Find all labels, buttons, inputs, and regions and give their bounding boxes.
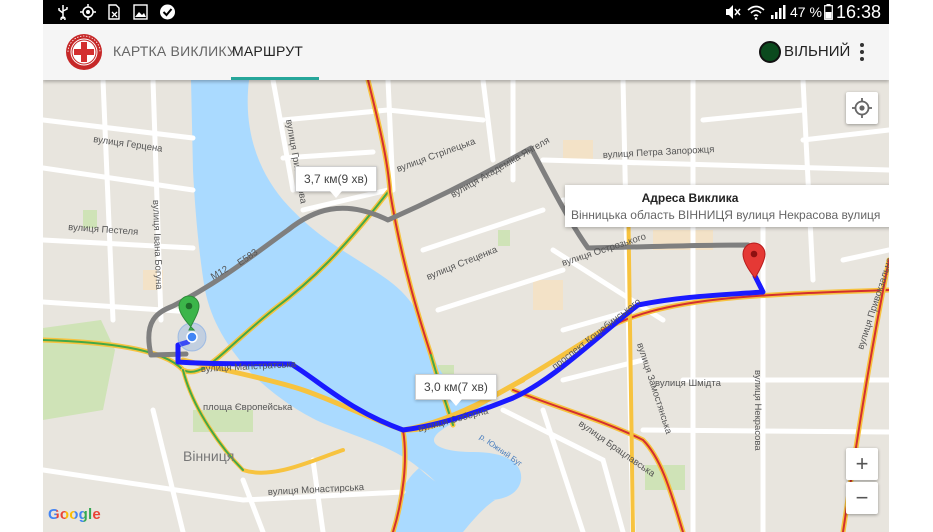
more-vert-icon[interactable] — [858, 41, 866, 63]
status-indicator-icon[interactable] — [759, 41, 781, 63]
tab-route[interactable]: МАРШРУТ — [232, 42, 303, 60]
device-screen: 47 % 16:38 КАРТКА ВИКЛИКУ МАРШРУТ ВІЛЬНИ… — [43, 0, 889, 532]
usb-icon — [58, 5, 68, 20]
info-window-address: Вінницька область ВІННИЦЯ вулиця Некрасо… — [571, 208, 881, 222]
destination-info-window[interactable]: Адреса Виклика Вінницька область ВІННИЦЯ… — [565, 185, 889, 227]
plus-icon: + — [855, 451, 869, 476]
google-logo-text: Google — [48, 506, 101, 523]
zoom-in-button[interactable]: + — [846, 448, 878, 480]
status-label[interactable]: ВІЛЬНИЙ — [784, 43, 850, 61]
google-attribution[interactable]: Google — [48, 506, 101, 523]
gps-icon — [80, 4, 96, 20]
current-location-marker[interactable] — [177, 322, 207, 352]
wifi-icon — [747, 5, 765, 20]
my-location-button[interactable] — [846, 92, 878, 124]
battery-icon — [824, 4, 833, 20]
city-label: Вінниця — [183, 448, 234, 464]
tab-selected-indicator — [231, 77, 319, 80]
route-bubble-main[interactable]: 3,0 км(7 хв) — [415, 374, 497, 406]
minus-icon: − — [855, 485, 869, 510]
check-icon — [160, 4, 175, 20]
route-bubble-text: 3,0 км(7 хв) — [424, 380, 488, 394]
tab-call-card[interactable]: КАРТКА ВИКЛИКУ — [113, 42, 236, 60]
map-view[interactable]: вулиця Герцена вулиця Пестеля вулиця Іва… — [43, 80, 889, 532]
red-cross-logo-icon — [66, 34, 102, 70]
route-bubble-text: 3,7 км(9 хв) — [304, 172, 368, 186]
my-location-icon — [852, 98, 872, 118]
zoom-out-button[interactable]: − — [846, 482, 878, 514]
signal-icon — [771, 5, 786, 19]
battery-percent: 47 % — [790, 4, 822, 20]
status-bar: 47 % 16:38 — [43, 0, 889, 24]
clock: 16:38 — [836, 2, 882, 22]
mute-icon — [726, 5, 741, 19]
street-label: площа Європейська — [203, 402, 293, 413]
info-window-title: Адреса Виклика — [641, 191, 739, 205]
gallery-icon — [133, 4, 148, 20]
sim-missing-icon — [108, 4, 120, 20]
street-label: вулиця Некрасова — [752, 370, 763, 451]
route-bubble-alt[interactable]: 3,7 км(9 хв) — [295, 166, 377, 198]
street-label: вулиця Шмідта — [655, 378, 722, 389]
app-toolbar: КАРТКА ВИКЛИКУ МАРШРУТ ВІЛЬНИЙ — [43, 24, 889, 80]
